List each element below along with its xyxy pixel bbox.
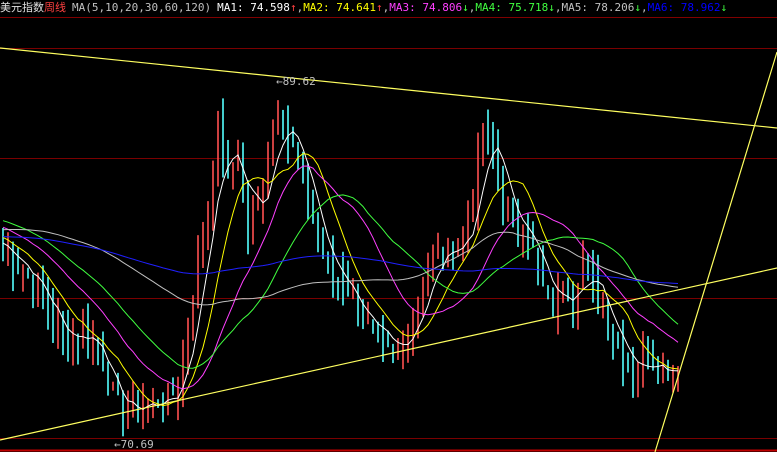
moving-averages: [2, 131, 679, 410]
grid: [0, 48, 777, 439]
lower-trendline: [0, 267, 777, 441]
high-price-label: ←89.62: [276, 75, 316, 88]
steep-trendline: [654, 51, 777, 452]
ma-line-10: [2, 153, 679, 407]
ma-line-20: [2, 165, 679, 390]
price-chart[interactable]: ←89.62 ←70.69: [0, 0, 777, 452]
low-price-label: ←70.69: [114, 438, 154, 451]
ma-line-120: [3, 236, 679, 284]
trendlines: [0, 47, 777, 452]
ma-line-5: [2, 131, 679, 410]
upper-trendline: [0, 47, 777, 129]
